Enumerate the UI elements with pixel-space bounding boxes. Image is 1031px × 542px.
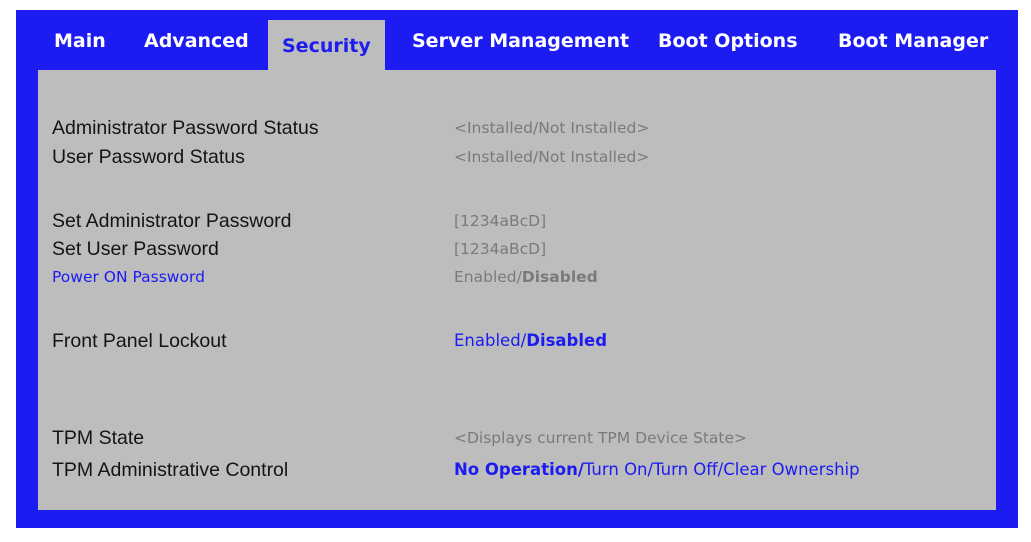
front-panel-lockout-value[interactable]: Enabled/Disabled bbox=[454, 327, 607, 355]
set-user-password-label: Set User Password bbox=[52, 238, 219, 260]
row-user-password-status: User Password Status <Installed/Not Inst… bbox=[38, 143, 996, 171]
user-password-status-value: <Installed/Not Installed> bbox=[454, 148, 650, 166]
tab-server-management[interactable]: Server Management bbox=[412, 10, 629, 70]
set-user-password-field[interactable]: [1234aBcD] bbox=[454, 235, 546, 263]
tab-bar: Main Advanced Security Server Management… bbox=[16, 10, 1018, 70]
row-admin-password-status: Administrator Password Status <Installed… bbox=[38, 114, 996, 142]
tpm-no-operation-option[interactable]: No Operation/ bbox=[454, 460, 584, 479]
front-panel-enabled-option[interactable]: Enabled/ bbox=[454, 331, 526, 350]
row-tpm-state: TPM State <Displays current TPM Device S… bbox=[38, 424, 996, 452]
tab-security[interactable]: Security bbox=[268, 20, 385, 70]
admin-password-status-value: <Installed/Not Installed> bbox=[454, 119, 650, 137]
power-on-enabled-option[interactable]: Enabled/ bbox=[454, 268, 522, 286]
power-on-password-label[interactable]: Power ON Password bbox=[52, 263, 205, 291]
front-panel-disabled-option[interactable]: Disabled bbox=[526, 331, 607, 350]
tab-main[interactable]: Main bbox=[54, 10, 106, 70]
tab-boot-manager[interactable]: Boot Manager bbox=[838, 10, 988, 70]
set-admin-password-field[interactable]: [1234aBcD] bbox=[454, 207, 546, 235]
row-set-admin-password[interactable]: Set Administrator Password [1234aBcD] bbox=[38, 207, 996, 235]
tab-boot-options[interactable]: Boot Options bbox=[658, 10, 798, 70]
power-on-disabled-option[interactable]: Disabled bbox=[522, 268, 598, 286]
tab-advanced[interactable]: Advanced bbox=[144, 10, 249, 70]
row-set-user-password[interactable]: Set User Password [1234aBcD] bbox=[38, 235, 996, 263]
row-tpm-administrative-control[interactable]: TPM Administrative Control No Operation/… bbox=[38, 456, 996, 484]
tpm-administrative-control-label: TPM Administrative Control bbox=[52, 459, 289, 481]
security-panel: Administrator Password Status <Installed… bbox=[38, 70, 996, 510]
power-on-password-value[interactable]: Enabled/Disabled bbox=[454, 263, 598, 291]
tpm-other-options[interactable]: Turn On/Turn Off/Clear Ownership bbox=[584, 460, 860, 479]
row-power-on-password[interactable]: Power ON Password Enabled/Disabled bbox=[38, 263, 996, 291]
tpm-state-value: <Displays current TPM Device State> bbox=[454, 429, 748, 447]
admin-password-status-label: Administrator Password Status bbox=[52, 117, 319, 139]
front-panel-lockout-label: Front Panel Lockout bbox=[52, 330, 227, 352]
row-front-panel-lockout[interactable]: Front Panel Lockout Enabled/Disabled bbox=[38, 327, 996, 355]
tpm-administrative-control-value[interactable]: No Operation/Turn On/Turn Off/Clear Owne… bbox=[454, 456, 860, 484]
user-password-status-label: User Password Status bbox=[52, 146, 245, 168]
set-admin-password-label: Set Administrator Password bbox=[52, 210, 292, 232]
bios-window: Main Advanced Security Server Management… bbox=[16, 10, 1018, 528]
tpm-state-label: TPM State bbox=[52, 427, 145, 449]
